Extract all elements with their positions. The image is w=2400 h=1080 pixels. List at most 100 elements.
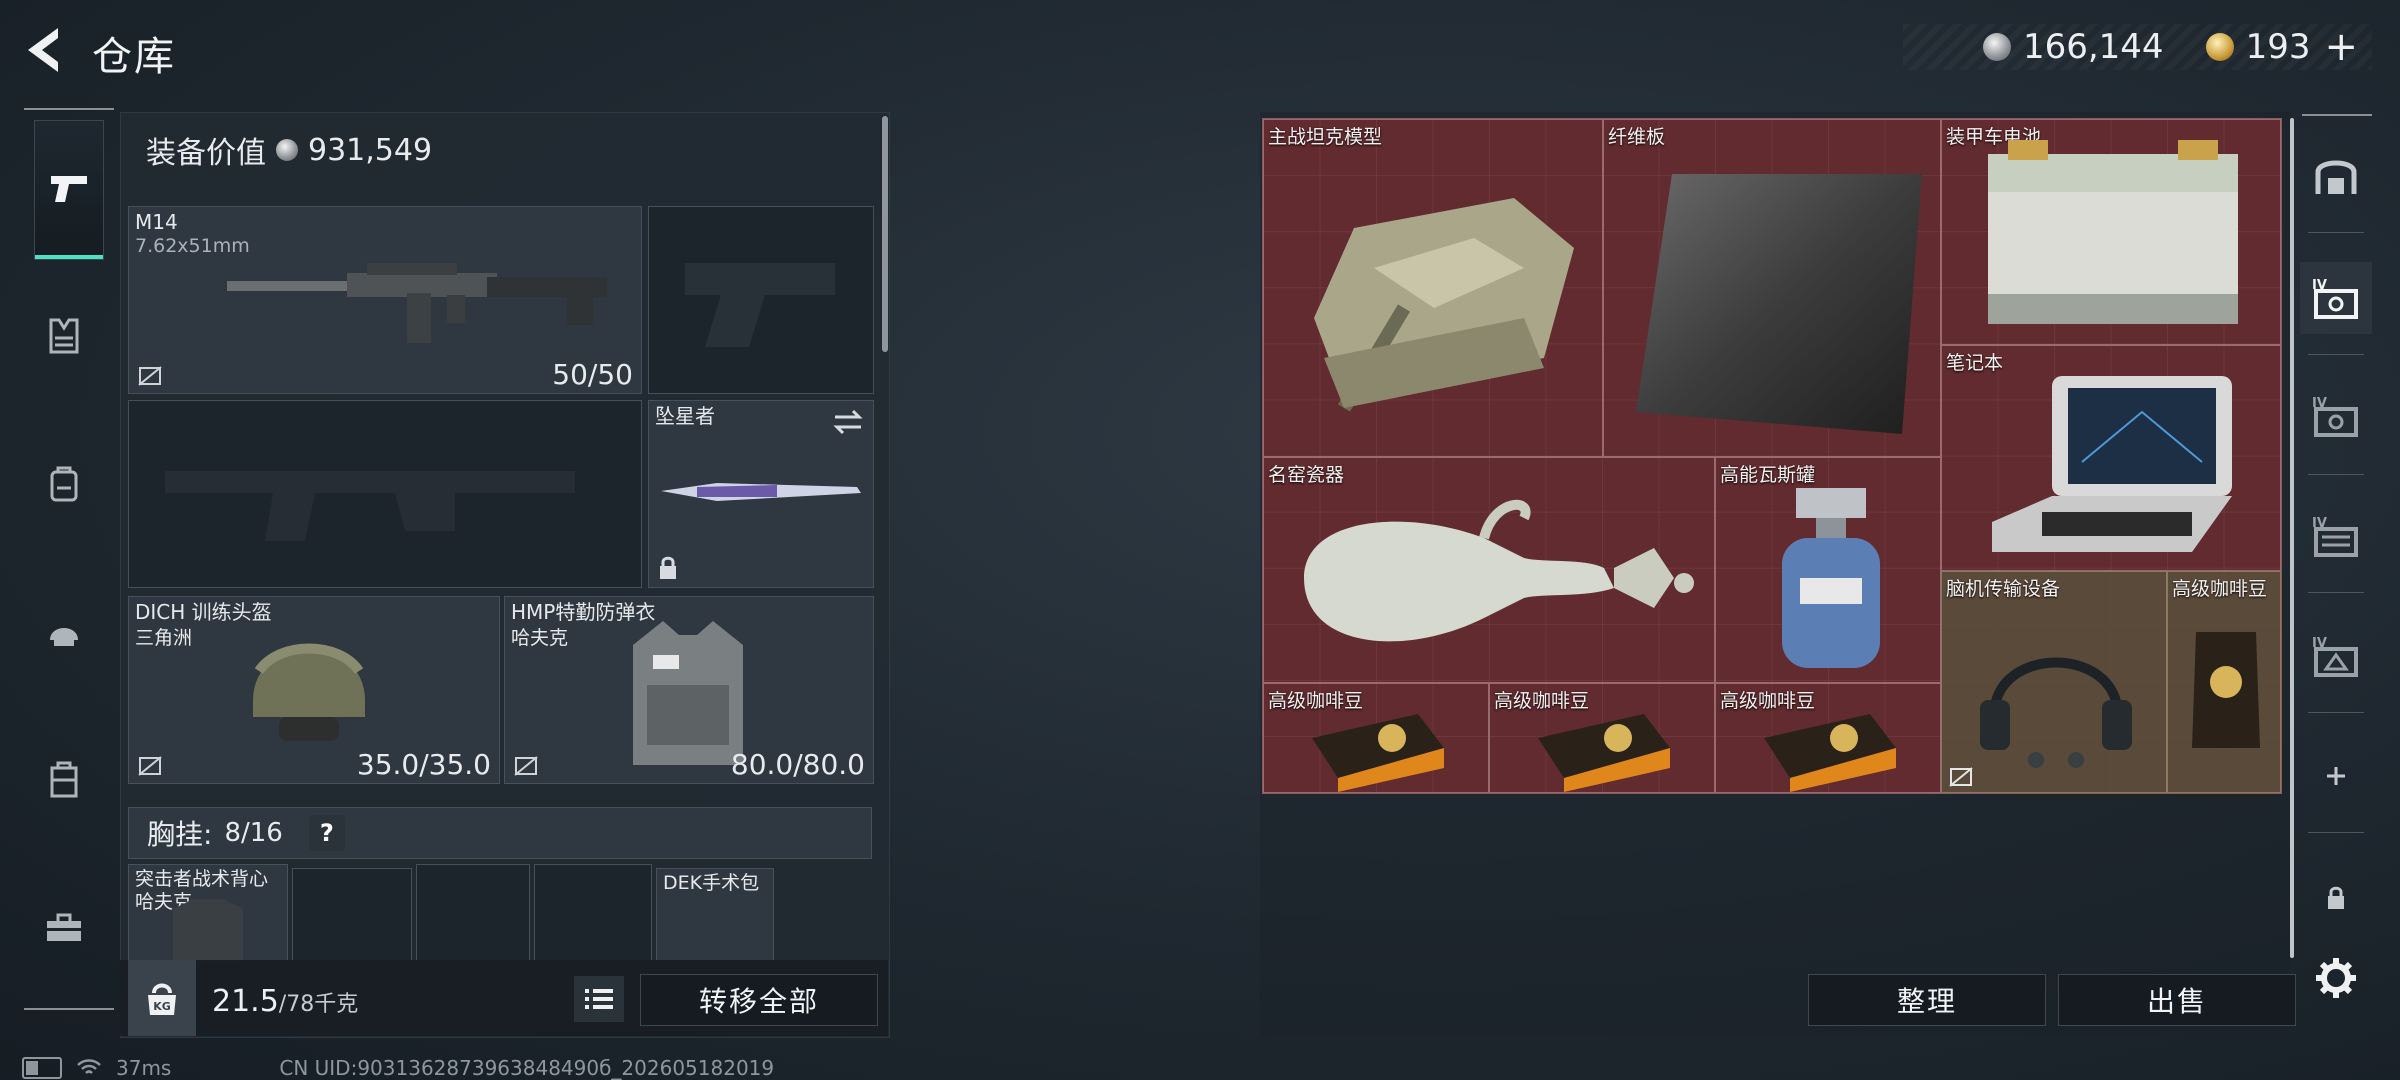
back-button[interactable]: [22, 24, 68, 76]
silver-coin-icon: [276, 139, 298, 161]
list-icon: [585, 989, 613, 1009]
case-icon: [50, 761, 78, 798]
helmet-slot[interactable]: DICH 训练头盔 三角洲 35.0/35.0: [128, 596, 500, 784]
item-name: 名窑瓷器: [1268, 464, 1345, 486]
backpack-icon: [50, 466, 78, 502]
secondary-weapon-slot[interactable]: [128, 400, 642, 588]
coffee-beans-box-image: [1312, 714, 1444, 792]
rifle-silhouette-icon: [165, 471, 575, 541]
storage-item[interactable]: 名窑瓷器: [1263, 457, 1715, 683]
no-insurance-icon: [514, 756, 538, 776]
sell-button[interactable]: 出售: [2058, 974, 2296, 1026]
category-tab-backpacks[interactable]: [30, 450, 98, 518]
chest-rig-item[interactable]: 突击者战术背心 哈夫克: [128, 864, 288, 962]
storage-item[interactable]: 笔记本: [1941, 345, 2281, 571]
help-icon[interactable]: ?: [308, 815, 345, 851]
pistol-icon: [51, 176, 87, 202]
storage-item[interactable]: 高级咖啡豆: [1715, 683, 1941, 793]
sidearm-slot[interactable]: [648, 206, 874, 394]
armor-durability: 80.0/80.0: [730, 748, 865, 781]
storage-tab-4[interactable]: IV: [2300, 620, 2372, 692]
tier-iv-case-icon: IV: [2312, 396, 2358, 437]
add-storage-button[interactable]: [2300, 740, 2372, 812]
storage-item[interactable]: 高能瓦斯罐: [1715, 457, 1941, 683]
weapon-name: M14: [135, 210, 178, 234]
storage-item[interactable]: 高级咖啡豆: [1489, 683, 1715, 793]
lock-storage-button[interactable]: [2300, 862, 2372, 934]
lock-icon: [2328, 886, 2344, 909]
chest-rig-capacity: 8/16: [224, 818, 283, 848]
helmet-faction: 三角洲: [135, 627, 193, 649]
storage-item[interactable]: 纤维板: [1603, 119, 1941, 457]
storage-scrollbar[interactable]: [2290, 118, 2294, 958]
laptop-image: [1992, 376, 2232, 552]
swap-arrows-icon[interactable]: [833, 409, 863, 435]
safe-box-tab[interactable]: [2300, 140, 2372, 212]
storage-item[interactable]: 脑机传输设备: [1941, 571, 2167, 793]
currency-bar: 166,144 193 +: [1902, 24, 2372, 70]
helmet-icon: [50, 628, 78, 646]
chest-rig-cell[interactable]: [416, 864, 530, 962]
item-name: 纤维板: [1608, 126, 1666, 148]
coffee-beans-box-image: [1764, 714, 1896, 792]
page-title: 仓库: [92, 34, 176, 80]
chest-rig-header[interactable]: 胸挂: 8/16 ?: [128, 807, 872, 859]
pouch-name: DEK手术包: [663, 872, 760, 894]
ping-text: 37ms: [116, 1056, 172, 1080]
tier-iv-box-icon: IV: [2312, 636, 2358, 677]
rail-separator: [2308, 832, 2364, 833]
settings-button[interactable]: [2300, 942, 2372, 1014]
list-view-button[interactable]: [574, 976, 624, 1022]
tier-iv-case-icon: IV: [2312, 278, 2358, 319]
settings-gear-icon: [2316, 958, 2356, 998]
knife-image: [661, 483, 861, 501]
storage-item[interactable]: 装甲车电池: [1941, 119, 2281, 345]
helmet-durability: 35.0/35.0: [356, 748, 491, 781]
melee-slot[interactable]: 坠星者: [648, 400, 874, 588]
storage-item[interactable]: 高级咖啡豆: [1263, 683, 1489, 793]
pistol-silhouette-icon: [685, 263, 835, 347]
add-currency-button[interactable]: +: [2324, 24, 2358, 70]
category-tab-cases[interactable]: [30, 746, 98, 814]
chest-rig-cell[interactable]: [292, 868, 412, 962]
pouch-slot[interactable]: DEK手术包: [656, 868, 774, 962]
category-tab-vests[interactable]: [30, 302, 98, 370]
chest-rig-label: 胸挂:: [147, 818, 213, 851]
tactical-vest-image: [173, 899, 243, 961]
brain-computer-device-image: [1980, 657, 2132, 768]
weight-max: /78千克: [278, 992, 359, 1017]
primary-weapon-slot[interactable]: M14 7.62x51mm 50/50: [128, 206, 642, 394]
uid-text: CN UID:9031362873963848490б_202605182019: [279, 1056, 775, 1080]
battery-icon: [22, 1057, 62, 1079]
rail-separator: [2308, 592, 2364, 593]
category-tab-helmets[interactable]: [30, 598, 98, 666]
rail-divider: [2302, 114, 2372, 116]
plus-icon: [2327, 767, 2345, 785]
sort-button[interactable]: 整理: [1808, 974, 2046, 1026]
rail-separator: [2308, 712, 2364, 713]
backpack-name: 突击者战术背心: [135, 868, 269, 890]
armor-slot[interactable]: HMP特勤防弹衣 哈夫克 80.0/80.0: [504, 596, 874, 784]
rail-separator: [2308, 474, 2364, 475]
category-tab-tools[interactable]: [30, 894, 98, 962]
rail-divider: [24, 1008, 114, 1010]
rail-divider: [24, 108, 114, 110]
no-insurance-icon: [138, 756, 162, 776]
silver-coin-icon: [1982, 33, 2011, 61]
storage-tab-1[interactable]: IV: [2300, 262, 2372, 334]
silver-amount: 166,144: [2022, 27, 2164, 67]
storage-item[interactable]: 高级咖啡豆: [2167, 571, 2281, 793]
storage-item[interactable]: 主战坦克模型: [1263, 119, 1603, 457]
storage-grid: 主战坦克模型 纤维板 装甲车电池 笔记本 名窑瓷器 高能瓦斯罐 脑机传输设备 高…: [1262, 118, 2282, 794]
transfer-all-button[interactable]: 转移全部: [640, 974, 878, 1026]
gold-amount: 193: [2245, 27, 2311, 67]
item-name: 高级咖啡豆: [2172, 578, 2268, 600]
back-arrow-icon: [28, 28, 58, 72]
loadout-scrollbar[interactable]: [882, 116, 888, 352]
storage-tab-3[interactable]: IV: [2300, 500, 2372, 572]
tier-iv-container-icon: IV: [2312, 516, 2358, 557]
storage-tab-2[interactable]: IV: [2300, 380, 2372, 452]
no-insurance-icon: [138, 366, 162, 386]
category-tab-weapons[interactable]: [34, 120, 104, 260]
chest-rig-cell[interactable]: [534, 864, 652, 962]
